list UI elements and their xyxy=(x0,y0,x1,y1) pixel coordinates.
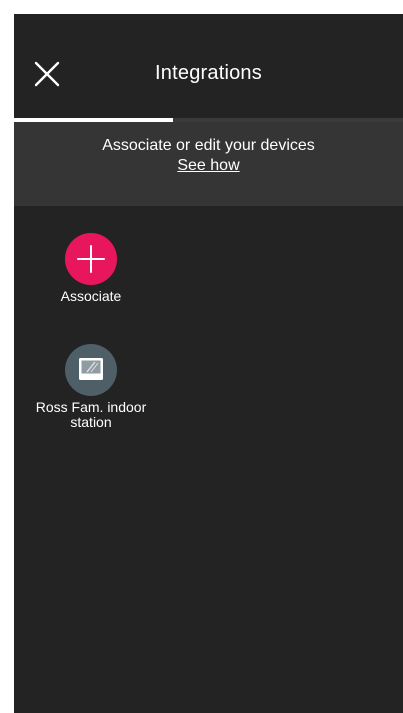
indoor-station-icon xyxy=(79,358,103,380)
app-screen: Integrations Associate or edit your devi… xyxy=(14,14,403,713)
see-how-link[interactable]: See how xyxy=(177,156,239,176)
associate-circle xyxy=(65,233,117,285)
page-title: Integrations xyxy=(155,62,262,84)
device-item-indoor-station[interactable]: Ross Fam. indoor station xyxy=(16,344,166,430)
plus-icon xyxy=(77,245,105,273)
device-circle xyxy=(65,344,117,396)
info-banner: Associate or edit your devices See how xyxy=(14,122,403,206)
associate-button[interactable]: Associate xyxy=(16,233,166,304)
associate-label: Associate xyxy=(60,288,122,304)
device-label: Ross Fam. indoor station xyxy=(35,399,147,430)
header: Integrations xyxy=(14,14,403,118)
banner-text: Associate or edit your devices xyxy=(102,137,315,154)
